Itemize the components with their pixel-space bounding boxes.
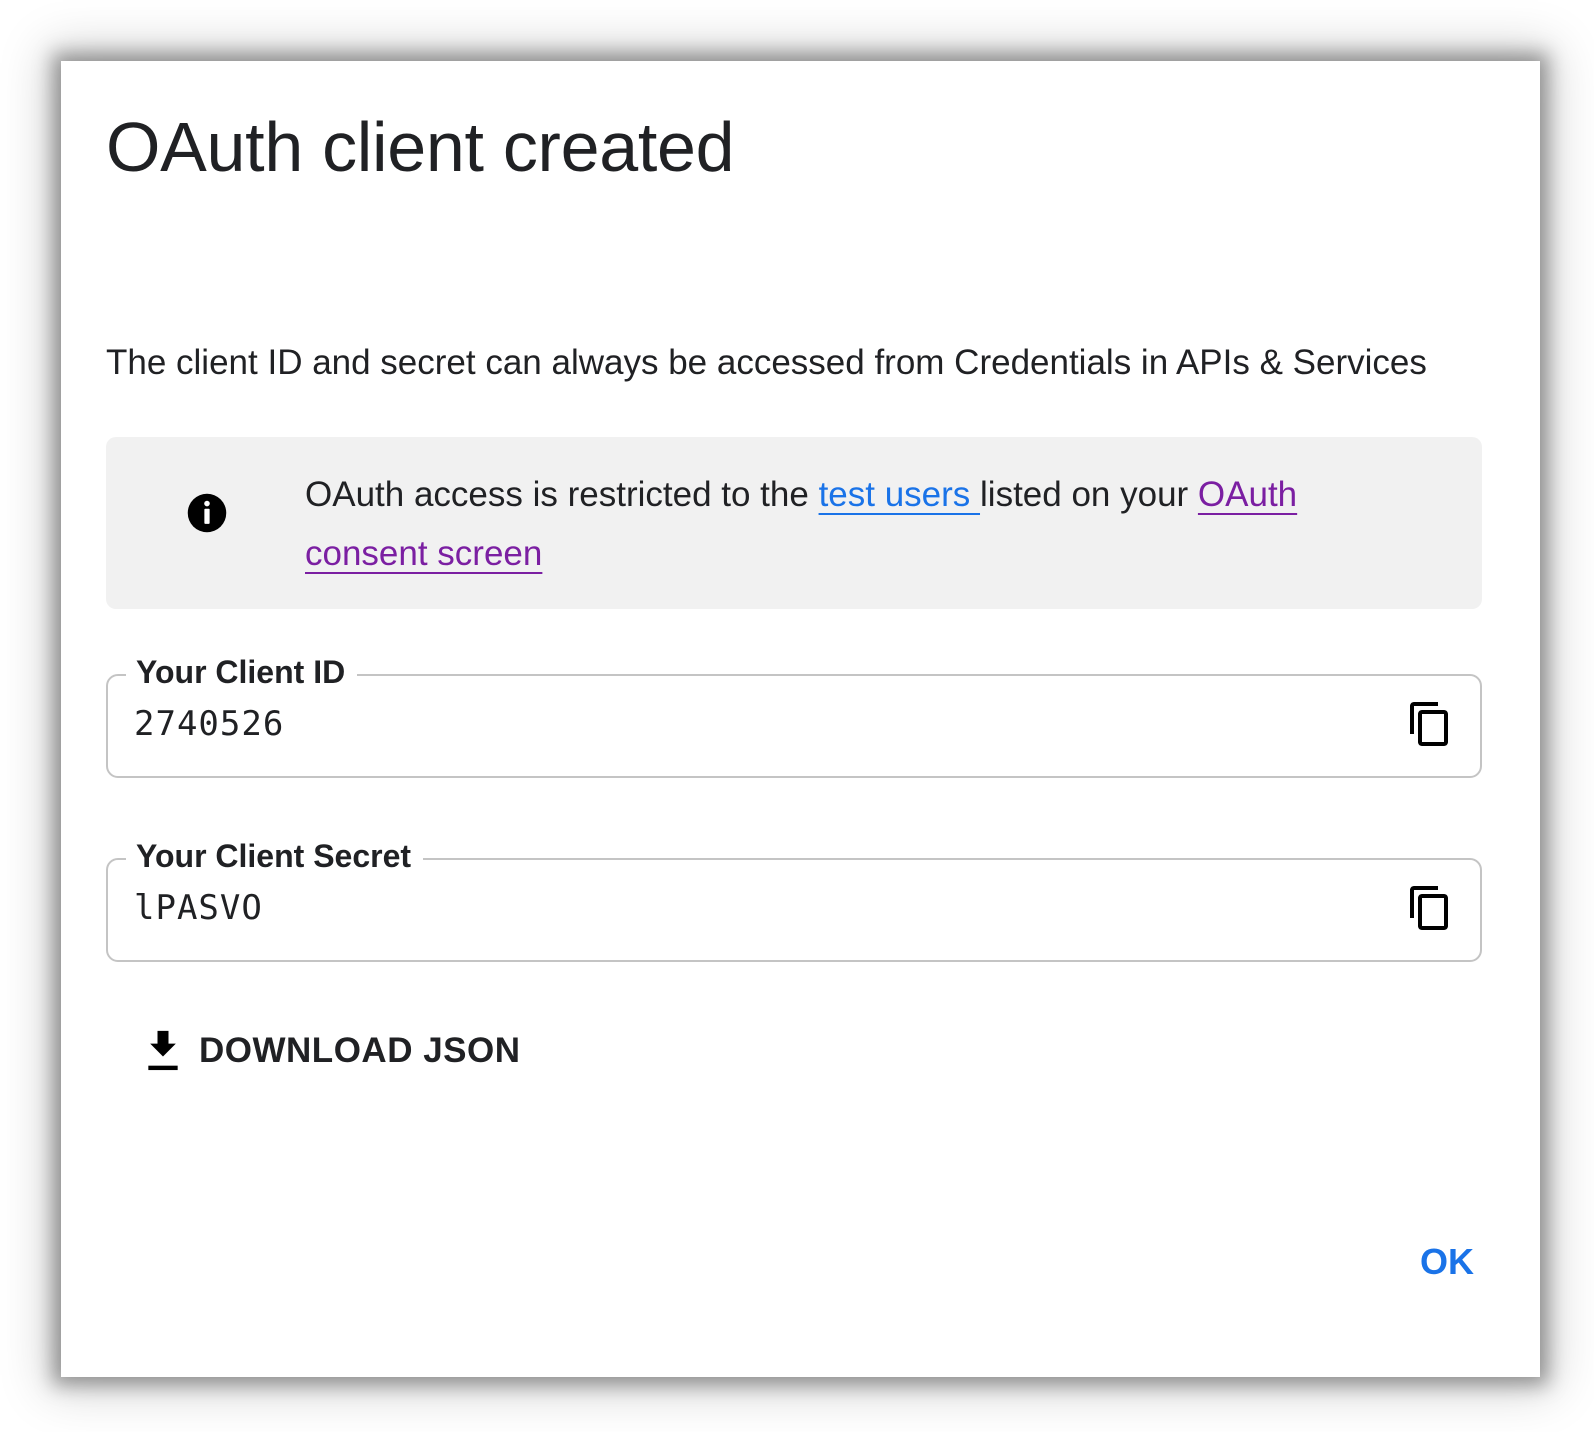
client-secret-value[interactable]: lPASVO — [134, 888, 263, 928]
info-text-middle: listed on your — [980, 475, 1198, 514]
info-banner-text: OAuth access is restricted to the test u… — [305, 465, 1415, 583]
client-id-field[interactable]: Your Client ID 2740526 — [106, 650, 1482, 778]
client-secret-field[interactable]: Your Client Secret lPASVO — [106, 834, 1482, 962]
info-banner: OAuth access is restricted to the test u… — [106, 437, 1482, 609]
client-id-label: Your Client ID — [126, 650, 358, 694]
download-json-button[interactable]: DOWNLOAD JSON — [141, 1026, 521, 1076]
info-icon — [187, 493, 227, 533]
download-icon — [148, 1030, 178, 1071]
test-users-link[interactable]: test users — [819, 475, 980, 514]
client-id-value[interactable]: 2740526 — [134, 704, 284, 744]
dialog-description: The client ID and secret can always be a… — [106, 343, 1427, 382]
download-json-label: DOWNLOAD JSON — [199, 1031, 521, 1070]
client-secret-label: Your Client Secret — [126, 834, 424, 878]
copy-icon[interactable] — [1406, 884, 1454, 932]
copy-icon[interactable] — [1406, 700, 1454, 748]
oauth-client-created-dialog: OAuth client created The client ID and s… — [61, 61, 1540, 1377]
info-text-start: OAuth access is restricted to the — [305, 475, 819, 514]
dialog-title: OAuth client created — [106, 108, 735, 186]
ok-button[interactable]: OK — [1420, 1241, 1474, 1283]
